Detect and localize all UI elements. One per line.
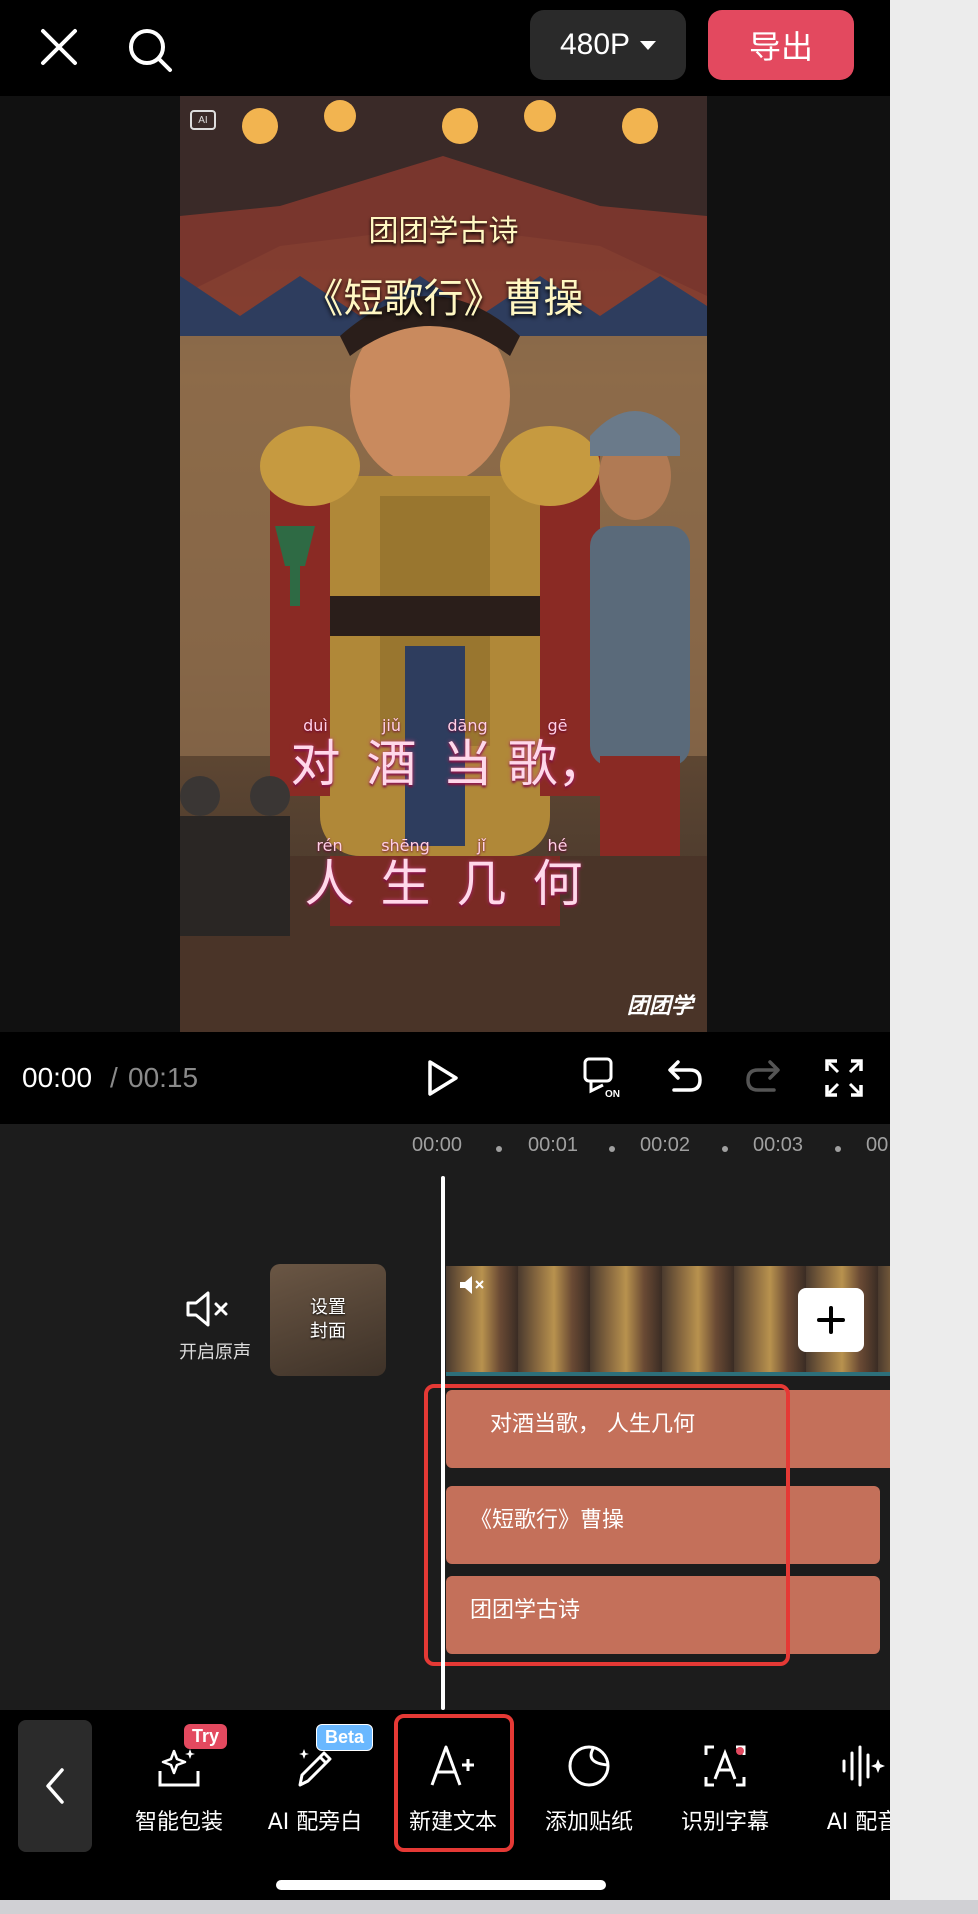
poem-char: rén 人 (299, 836, 361, 913)
hanzi: 当 (442, 735, 493, 793)
speaker-muted-icon (186, 1291, 228, 1327)
tool-recognize-captions[interactable]: 识别字幕 (660, 1730, 790, 1850)
clip-muted-icon (460, 1276, 484, 1294)
ruler-tick: 00 (866, 1134, 889, 1156)
pinyin: rén (316, 836, 343, 855)
playhead[interactable] (441, 1176, 445, 1710)
total-time: 00:15 (128, 1062, 199, 1093)
hanzi: 酒 (366, 735, 417, 793)
hanzi: 几 (456, 855, 507, 913)
poem-char: jiǔ 酒 (361, 716, 423, 793)
pinyin: hé (547, 836, 568, 855)
ruler-tick: 00:02 (640, 1134, 691, 1156)
plus-icon (817, 1306, 845, 1334)
ruler-dot (609, 1146, 615, 1152)
set-cover-label: 设置 封面 (310, 1296, 346, 1344)
poem-char: shēng 生 (375, 836, 437, 913)
resolution-label: 480P (559, 28, 631, 61)
ruler-tick: 00:00 (412, 1134, 463, 1156)
current-time: 00:00 (22, 1062, 93, 1093)
home-indicator[interactable] (276, 1880, 606, 1890)
poem-char: hé 何 (527, 836, 589, 913)
original-sound-toggle[interactable] (178, 1288, 238, 1330)
chevron-left-icon (46, 1768, 64, 1804)
back-button[interactable] (18, 1720, 92, 1852)
video-preview[interactable]: AI 团团学古诗 《短歌行》曹操 duì 对 jiǔ 酒 dāng 当 gē 歌… (180, 96, 707, 1032)
redo-button[interactable] (736, 1050, 792, 1106)
tool-ai-narration[interactable]: Beta AI 配旁白 (250, 1724, 380, 1850)
redo-icon (746, 1060, 780, 1092)
ruler-tick: 00:01 (528, 1134, 579, 1156)
time-ruler: 00:00 00:01 00:02 00:03 00 (0, 1134, 890, 1174)
video-title-line1: 团团学古诗 (368, 214, 519, 249)
text-clips-highlight (424, 1384, 790, 1666)
poem-char: jǐ 几 (451, 836, 513, 913)
pinyin: shēng (381, 836, 430, 855)
search-icon (129, 29, 172, 72)
pinyin: jiǔ (381, 716, 402, 735)
time-separator: / (110, 1062, 118, 1093)
video-title-line2: 《短歌行》曹操 (303, 276, 584, 322)
ruler-dot (835, 1146, 841, 1152)
caption-recognize-icon (695, 1736, 755, 1796)
undo-icon (668, 1060, 702, 1092)
set-cover-button[interactable]: 设置 封面 (270, 1264, 386, 1376)
hanzi: 人 (304, 855, 355, 913)
play-icon (428, 1060, 458, 1096)
watermark-logo: 团团学 (626, 994, 693, 1019)
ruler-tick: 00:03 (753, 1134, 804, 1156)
playback-bar: 00:00 / 00:15 ON (0, 1032, 890, 1124)
tool-ai-voice[interactable]: AI 配音 (798, 1730, 890, 1850)
poem-char: dāng 当 (437, 716, 499, 793)
editor-app: 480P 导出 AI 团团学古诗 《短歌行》曹操 duì 对 jiǔ 酒 dān… (0, 0, 890, 1914)
tool-label: AI 配音 (826, 1810, 890, 1835)
set-cover-label-line2: 封面 (310, 1321, 346, 1342)
pinyin: duì (303, 716, 328, 735)
tool-smart-package[interactable]: Try 智能包装 (114, 1724, 244, 1850)
bottom-margin (0, 1900, 978, 1914)
poem-line-1: duì 对 jiǔ 酒 dāng 当 gē 歌， (180, 716, 707, 793)
add-clip-button[interactable] (798, 1288, 864, 1352)
play-button[interactable] (414, 1050, 470, 1106)
ai-generated-badge: AI (190, 110, 216, 130)
ai-voice-icon (833, 1736, 890, 1796)
fullscreen-button[interactable] (816, 1050, 872, 1106)
pinyin: dāng (447, 716, 488, 735)
auto-caption-toggle[interactable]: ON (576, 1050, 632, 1106)
tool-label: AI 配旁白 (267, 1810, 363, 1835)
ruler-dot (496, 1146, 502, 1152)
new-text-highlight (394, 1714, 514, 1852)
pinyin: gē (547, 716, 568, 735)
close-button[interactable] (30, 18, 88, 76)
svg-text:ON: ON (605, 1089, 620, 1100)
tool-add-sticker[interactable]: 添加贴纸 (524, 1730, 654, 1850)
hanzi: 歌， (507, 735, 608, 793)
export-button[interactable]: 导出 (708, 10, 854, 80)
ruler-dot (722, 1146, 728, 1152)
resolution-dropdown[interactable]: 480P (530, 10, 686, 80)
beta-badge: Beta (316, 1724, 374, 1751)
top-bar: 480P 导出 (0, 0, 890, 96)
undo-button[interactable] (656, 1050, 712, 1106)
caret-down-icon (640, 40, 657, 50)
poem-line-2: rén 人 shēng 生 jǐ 几 hé 何 (180, 836, 707, 913)
hanzi: 对 (290, 735, 341, 793)
original-sound-label: 开启原声 (179, 1342, 251, 1363)
close-icon (41, 29, 77, 65)
poem-char: gē 歌， (508, 716, 608, 793)
try-badge: Try (184, 1724, 228, 1749)
set-cover-label-line1: 设置 (310, 1297, 346, 1318)
sticker-icon (559, 1736, 619, 1796)
fullscreen-icon (825, 1059, 863, 1097)
background-margin (890, 0, 978, 1914)
tool-label: 智能包装 (134, 1810, 223, 1835)
tool-label: 添加贴纸 (544, 1810, 633, 1835)
search-button[interactable] (118, 18, 182, 82)
tool-label: 识别字幕 (680, 1810, 769, 1835)
hanzi: 何 (532, 855, 583, 913)
pinyin: jǐ (477, 836, 486, 855)
hanzi: 生 (380, 855, 431, 913)
caption-on-icon: ON (583, 1057, 620, 1100)
poem-char: duì 对 (285, 716, 347, 793)
